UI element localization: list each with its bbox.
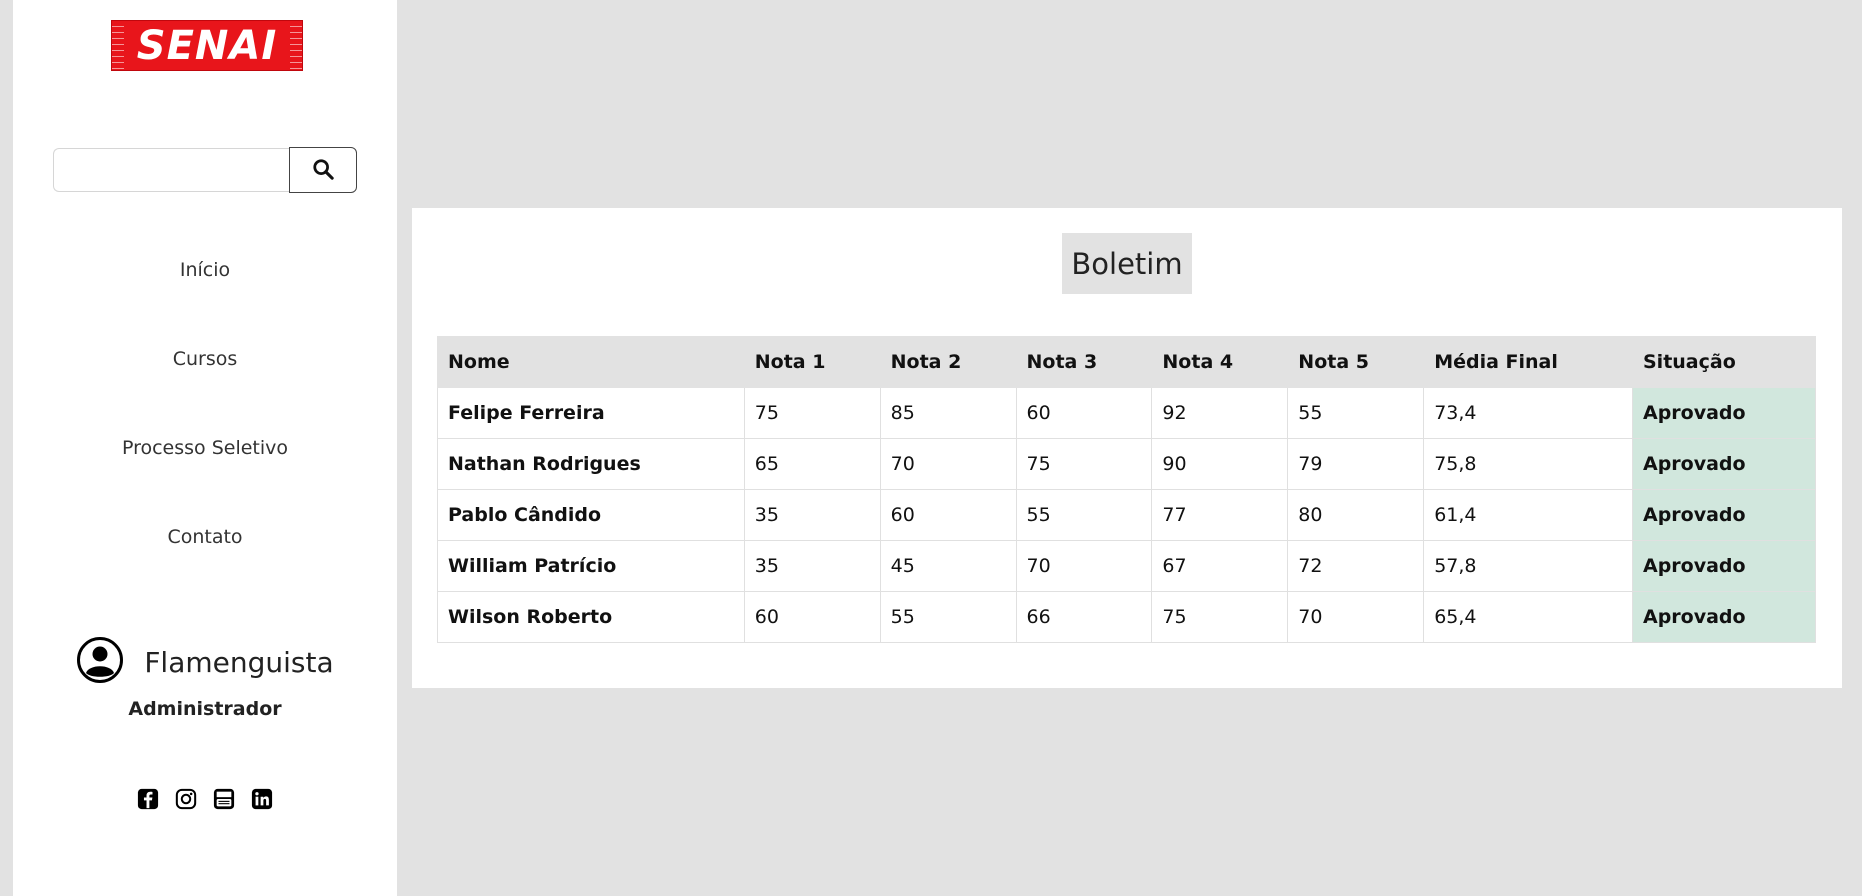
table-row: Felipe Ferreira 75 85 60 92 55 73,4 Apro… (437, 387, 1816, 439)
final-average-cell: 61,4 (1423, 489, 1633, 541)
grade-cell: 66 (1015, 591, 1153, 643)
grade-cell: 75 (1151, 591, 1289, 643)
status-cell: Aprovado (1632, 438, 1816, 490)
youtube-icon[interactable] (213, 788, 235, 810)
left-edge (0, 0, 13, 896)
user-name: Flamenguista (144, 645, 334, 679)
status-cell: Aprovado (1632, 540, 1816, 592)
search-icon (312, 158, 334, 183)
search-button[interactable] (289, 147, 357, 193)
grade-cell: 75 (743, 387, 881, 439)
table-row: Pablo Cândido 35 60 55 77 80 61,4 Aprova… (437, 489, 1816, 541)
linkedin-icon[interactable] (251, 788, 273, 810)
grade-cell: 80 (1287, 489, 1425, 541)
grade-cell: 60 (743, 591, 881, 643)
page-title: Boletim (1062, 233, 1192, 294)
final-average-cell: 73,4 (1423, 387, 1633, 439)
grade-cell: 45 (879, 540, 1017, 592)
grade-cell: 60 (1015, 387, 1153, 439)
instagram-icon[interactable] (175, 788, 197, 810)
student-name: Pablo Cândido (437, 489, 745, 541)
grade-cell: 85 (879, 387, 1017, 439)
table-row: William Patrício 35 45 70 67 72 57,8 Apr… (437, 540, 1816, 592)
user-role: Administrador (128, 698, 282, 720)
search-bar (53, 147, 357, 194)
grade-cell: 55 (1015, 489, 1153, 541)
grade-cell: 92 (1151, 387, 1289, 439)
table-row: Wilson Roberto 60 55 66 75 70 65,4 Aprov… (437, 591, 1816, 643)
sidebar: SENAI Início Cursos Processo Seletivo Co… (13, 0, 397, 896)
student-name: Felipe Ferreira (437, 387, 745, 439)
nav-item-inicio[interactable]: Início (13, 235, 397, 324)
search-input[interactable] (53, 148, 289, 192)
grade-cell: 79 (1287, 438, 1425, 490)
student-name: Wilson Roberto (437, 591, 745, 643)
nav-item-processo-seletivo[interactable]: Processo Seletivo (13, 413, 397, 502)
final-average-cell: 57,8 (1423, 540, 1633, 592)
grade-cell: 65 (743, 438, 881, 490)
grade-cell: 75 (1015, 438, 1153, 490)
grade-cell: 35 (743, 540, 881, 592)
column-header-nota-3: Nota 3 (1015, 336, 1153, 388)
grades-table: Nome Nota 1 Nota 2 Nota 3 Nota 4 Nota 5 … (437, 336, 1816, 643)
grade-cell: 77 (1151, 489, 1289, 541)
status-cell: Aprovado (1632, 489, 1816, 541)
final-average-cell: 75,8 (1423, 438, 1633, 490)
column-header-nome: Nome (437, 336, 745, 388)
grade-cell: 70 (1287, 591, 1425, 643)
status-cell: Aprovado (1632, 387, 1816, 439)
status-cell: Aprovado (1632, 591, 1816, 643)
grade-cell: 72 (1287, 540, 1425, 592)
grade-cell: 70 (1015, 540, 1153, 592)
grade-cell: 55 (1287, 387, 1425, 439)
column-header-nota-5: Nota 5 (1287, 336, 1425, 388)
column-header-nota-2: Nota 2 (879, 336, 1017, 388)
column-header-media-final: Média Final (1423, 336, 1633, 388)
facebook-icon[interactable] (137, 788, 159, 810)
grade-cell: 67 (1151, 540, 1289, 592)
logo-text: SENAI (136, 22, 278, 69)
column-header-situacao: Situação (1632, 336, 1816, 388)
grade-cell: 55 (879, 591, 1017, 643)
grade-cell: 70 (879, 438, 1017, 490)
grade-cell: 35 (743, 489, 881, 541)
grade-cell: 90 (1151, 438, 1289, 490)
grade-cell: 60 (879, 489, 1017, 541)
nav-item-contato[interactable]: Contato (13, 502, 397, 591)
final-average-cell: 65,4 (1423, 591, 1633, 643)
student-name: William Patrício (437, 540, 745, 592)
student-name: Nathan Rodrigues (437, 438, 745, 490)
sidebar-nav: Início Cursos Processo Seletivo Contato (13, 235, 397, 591)
nav-item-cursos[interactable]: Cursos (13, 324, 397, 413)
user-profile: Flamenguista Administrador (13, 636, 397, 720)
senai-logo[interactable]: SENAI (111, 20, 303, 71)
social-links (13, 788, 397, 810)
column-header-nota-1: Nota 1 (743, 336, 881, 388)
grades-card: Boletim Nome Nota 1 Nota 2 Nota 3 Nota 4… (412, 208, 1842, 688)
table-row: Nathan Rodrigues 65 70 75 90 79 75,8 Apr… (437, 438, 1816, 490)
table-header-row: Nome Nota 1 Nota 2 Nota 3 Nota 4 Nota 5 … (437, 336, 1816, 388)
column-header-nota-4: Nota 4 (1151, 336, 1289, 388)
user-avatar-icon (76, 636, 124, 688)
